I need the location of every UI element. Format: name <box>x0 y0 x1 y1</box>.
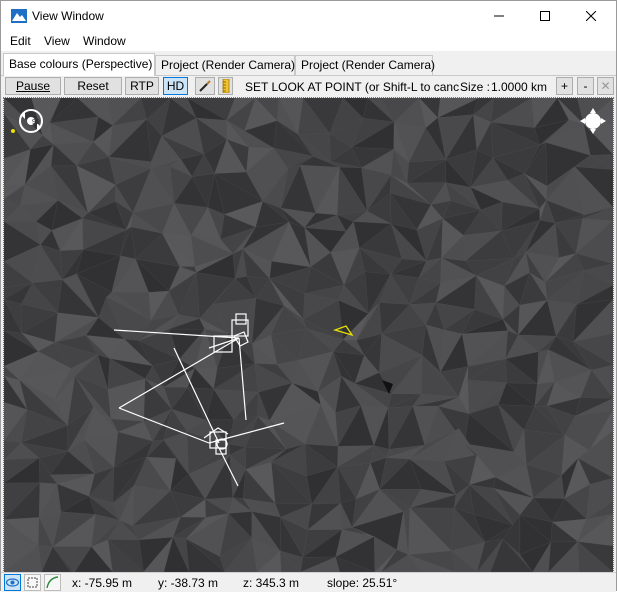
minimize-button[interactable] <box>476 1 522 31</box>
camera-orbit-icon[interactable]: 90 <box>11 107 45 140</box>
frame-icon[interactable] <box>24 574 41 591</box>
menu-window[interactable]: Window <box>83 34 126 48</box>
tab-base-colours[interactable]: Base colours (Perspective) <box>3 53 155 76</box>
window-title: View Window <box>32 9 104 23</box>
eye-icon[interactable] <box>4 574 21 591</box>
title-bar[interactable]: View Window <box>1 1 616 31</box>
app-logo-icon <box>11 9 27 23</box>
slope-value: slope: 25.51° <box>327 576 398 590</box>
brush-icon <box>199 80 211 92</box>
close-button[interactable] <box>568 1 614 31</box>
close-view-button[interactable]: ✕ <box>597 77 614 95</box>
coord-y: y: -38.73 m <box>158 576 219 590</box>
close-icon <box>586 11 596 21</box>
rtp-button[interactable]: RTP <box>125 77 159 95</box>
size-value: 1.0000 km <box>491 80 548 94</box>
menu-bar: Edit View Window <box>1 31 616 51</box>
hd-toggle-button[interactable]: HD <box>163 77 188 95</box>
ruler-button[interactable] <box>218 77 233 95</box>
tab-bar: Base colours (Perspective) Project (Rend… <box>1 53 616 76</box>
menu-view[interactable]: View <box>44 34 70 48</box>
pause-button[interactable]: Pause <box>5 77 61 95</box>
zoom-minus-button[interactable]: - <box>577 77 594 95</box>
maximize-button[interactable] <box>522 1 568 31</box>
status-bar: x: -75.95 m y: -38.73 m z: 345.3 m slope… <box>1 572 616 592</box>
pause-label: Pause <box>15 79 51 93</box>
size-label: Size : <box>460 80 491 94</box>
zoom-plus-button[interactable]: + <box>556 77 573 95</box>
coord-x: x: -75.95 m <box>72 576 133 590</box>
brush-button[interactable] <box>195 77 215 95</box>
look-at-target-marker[interactable] <box>332 325 354 337</box>
tab-project-render-camera-1[interactable]: Project (Render Camera) <box>155 55 295 75</box>
recenter-icon[interactable] <box>579 107 607 138</box>
scene-overlay <box>113 313 393 487</box>
maximize-icon <box>540 11 550 21</box>
ruler-icon <box>222 79 229 93</box>
coord-z: z: 345.3 m <box>243 576 300 590</box>
view-window: View Window Edit View Window Base colour… <box>0 0 617 592</box>
viewport-toolbar: Pause Reset RTP HD SET LOOK AT POINT (or… <box>1 76 616 97</box>
curve-icon[interactable] <box>44 574 61 591</box>
camera-rig-wireframe[interactable] <box>113 313 285 487</box>
minimize-icon <box>494 15 504 17</box>
menu-edit[interactable]: Edit <box>10 34 31 48</box>
status-message: SET LOOK AT POINT (or Shift-L to canc <box>245 80 460 94</box>
compass-label: 90 <box>32 119 40 126</box>
reset-button[interactable]: Reset <box>64 77 122 95</box>
3d-viewport[interactable]: 90 <box>3 97 614 573</box>
tab-project-render-camera-2[interactable]: Project (Render Camera) <box>295 55 435 75</box>
